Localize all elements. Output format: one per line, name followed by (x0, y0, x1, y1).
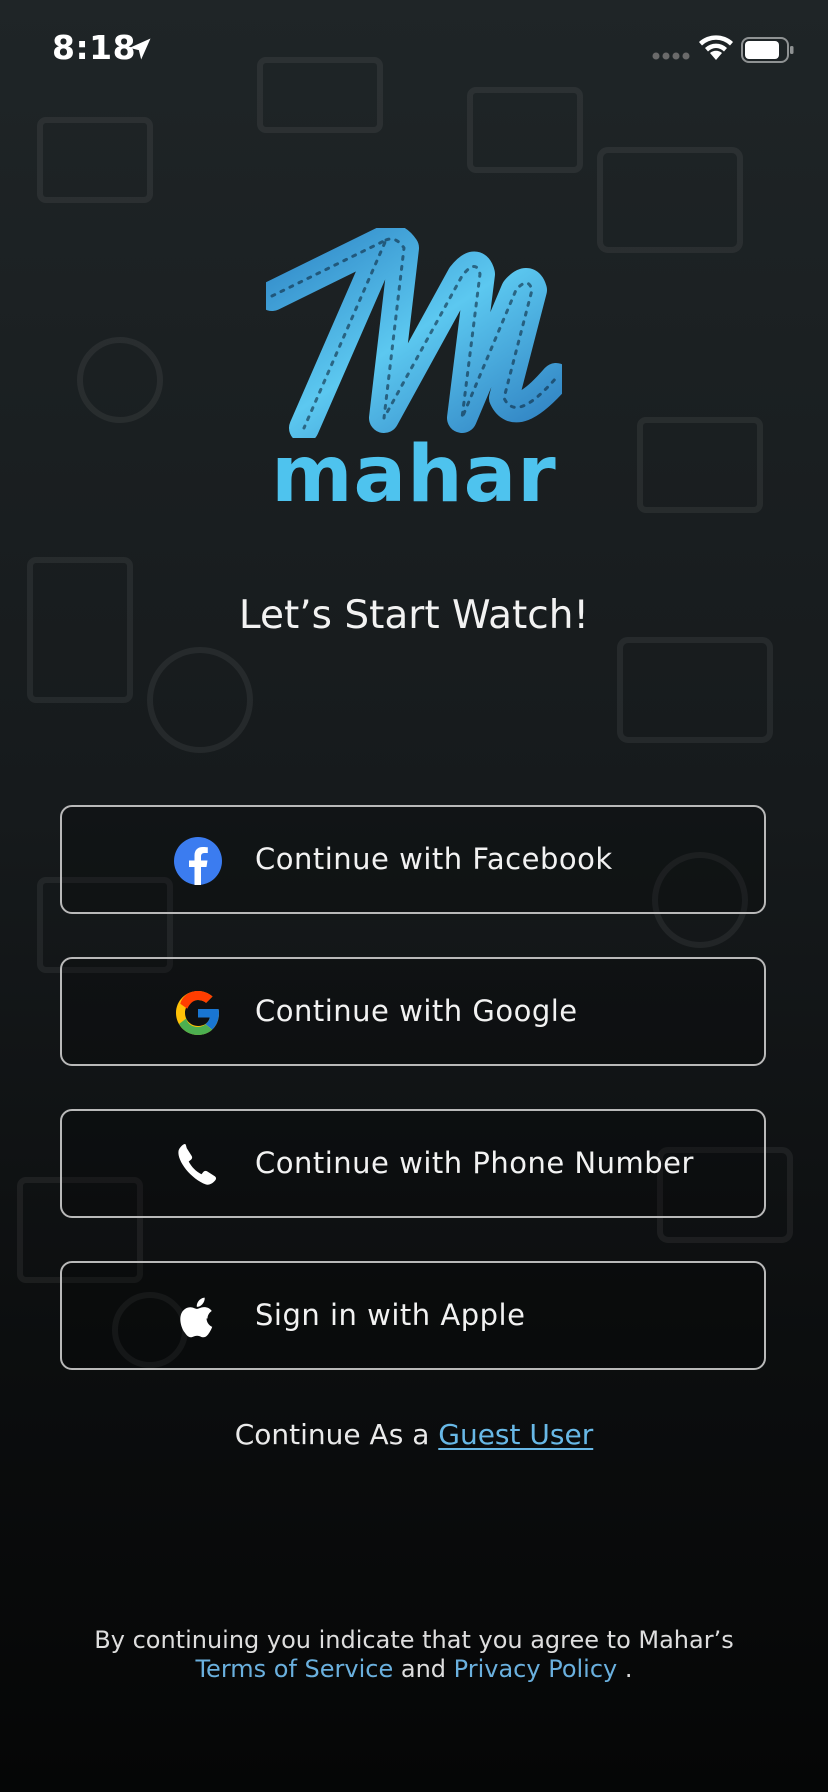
apple-login-label: Sign in with Apple (255, 1298, 526, 1332)
guest-user-link[interactable]: Guest User (438, 1418, 593, 1451)
terms-of-service-link[interactable]: Terms of Service (195, 1655, 393, 1683)
legal-period: . (624, 1655, 633, 1683)
legal-line-1: By continuing you indicate that you agre… (94, 1626, 734, 1654)
google-icon (176, 991, 219, 1035)
page-title: Let’s Start Watch! (238, 593, 590, 638)
legal-line-2: Terms of Service and Privacy Policy . (0, 1655, 828, 1684)
status-time: 8:18 (52, 28, 137, 67)
google-login-button[interactable]: Continue with Google (60, 957, 766, 1066)
film-strip-m-logo-icon (266, 228, 562, 438)
cellular-dots-icon (652, 52, 690, 60)
phone-icon (178, 1144, 217, 1185)
legal-notice: By continuing you indicate that you agre… (0, 1626, 828, 1684)
facebook-login-button[interactable]: Continue with Facebook (60, 805, 766, 914)
location-arrow-icon (129, 38, 151, 60)
guest-row: Continue As a Guest User (0, 1418, 828, 1451)
brand-name: mahar (271, 430, 557, 520)
privacy-policy-link[interactable]: Privacy Policy (454, 1655, 618, 1683)
phone-login-label: Continue with Phone Number (255, 1146, 694, 1180)
google-login-label: Continue with Google (255, 994, 578, 1028)
facebook-icon (174, 837, 222, 885)
battery-icon (741, 37, 794, 63)
status-bar: 8:18 (0, 0, 828, 100)
apple-icon (180, 1297, 213, 1338)
guest-prefix: Continue As a (234, 1418, 430, 1451)
phone-login-button[interactable]: Continue with Phone Number (60, 1109, 766, 1218)
legal-and: and (400, 1655, 447, 1683)
facebook-login-label: Continue with Facebook (255, 842, 613, 876)
wifi-icon (699, 35, 733, 60)
apple-login-button[interactable]: Sign in with Apple (60, 1261, 766, 1370)
